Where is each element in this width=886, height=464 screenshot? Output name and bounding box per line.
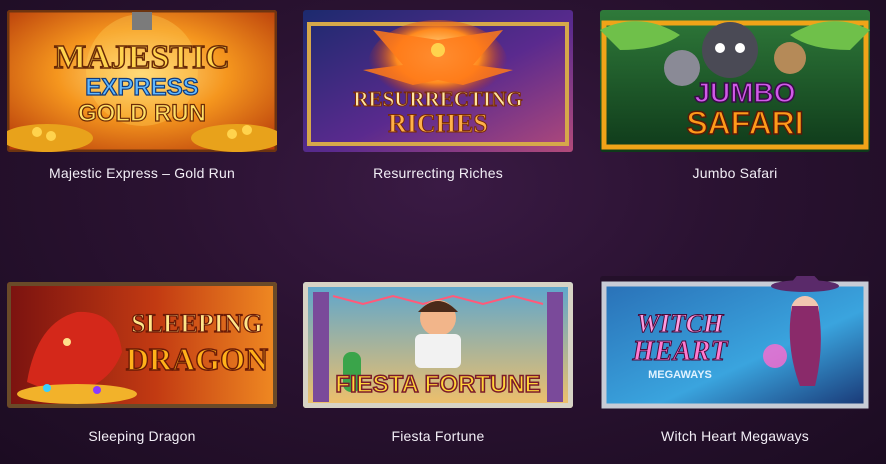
jumbo-safari-artwork: JUMBO SAFARI — [600, 10, 870, 152]
majestic-express-artwork: MAJESTIC EXPRESS GOLD RUN — [7, 10, 277, 152]
game-thumbnail[interactable]: RESURRECTING RICHES — [303, 10, 573, 152]
logo-line-2: RICHES — [388, 109, 488, 138]
game-thumbnail[interactable]: MAJESTIC EXPRESS GOLD RUN — [7, 10, 277, 152]
logo-line-1: RESURRECTING — [353, 87, 522, 111]
witch-heart-artwork: WITCH HEART MEGAWAYS — [600, 276, 870, 410]
logo-line-2: HEART — [632, 336, 730, 367]
logo-line-1: SLEEPING — [131, 309, 263, 338]
game-title[interactable]: Resurrecting Riches — [303, 165, 573, 181]
game-title[interactable]: Majestic Express – Gold Run — [7, 165, 277, 181]
logo-line-2: SAFARI — [686, 105, 803, 141]
game-title[interactable]: Jumbo Safari — [600, 165, 870, 181]
game-thumbnail[interactable]: FIESTA FORTUNE — [303, 282, 573, 408]
games-grid: MAJESTIC EXPRESS GOLD RUN Majestic Expre… — [0, 0, 886, 464]
game-title[interactable]: Fiesta Fortune — [303, 428, 573, 444]
game-thumbnail[interactable]: JUMBO SAFARI — [600, 10, 870, 152]
game-thumbnail[interactable]: WITCH HEART MEGAWAYS — [600, 276, 870, 410]
game-title[interactable]: Witch Heart Megaways — [600, 428, 870, 444]
resurrecting-riches-artwork: RESURRECTING RICHES — [303, 10, 573, 152]
game-thumbnail[interactable]: SLEEPING DRAGON — [7, 282, 277, 408]
game-title[interactable]: Sleeping Dragon — [7, 428, 277, 444]
logo-line-1: JUMBO — [694, 77, 795, 108]
sleeping-dragon-artwork: SLEEPING DRAGON — [7, 282, 277, 408]
logo-line-1: FIESTA FORTUNE — [335, 371, 540, 398]
logo-line-3: MEGAWAYS — [648, 369, 712, 381]
logo-line-2: DRAGON — [126, 341, 268, 377]
logo-line-1: WITCH — [637, 309, 724, 338]
fiesta-fortune-artwork: FIESTA FORTUNE — [303, 282, 573, 408]
logo-line-2: EXPRESS — [85, 74, 198, 101]
logo-line-1: MAJESTIC — [54, 39, 230, 76]
logo-line-3: GOLD RUN — [78, 100, 206, 127]
